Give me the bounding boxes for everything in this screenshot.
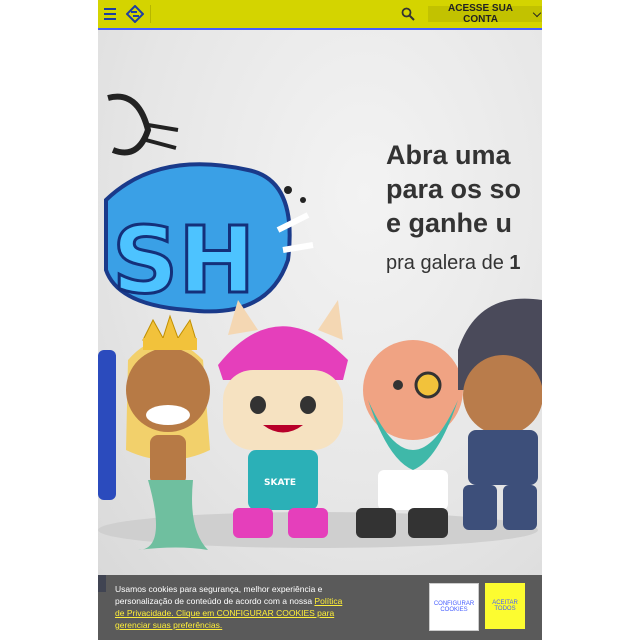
configure-cookies-button[interactable]: CONFIGURAR COOKIES: [429, 583, 479, 631]
green-beard-character: [356, 340, 463, 538]
subline-text: pra galera de: [386, 252, 510, 274]
jaguar-character: SKATE: [218, 300, 348, 538]
character-shirt-text: SKATE: [264, 478, 296, 488]
access-account-button[interactable]: ACESSE SUA CONTA: [428, 3, 542, 25]
bank-logo-icon[interactable]: [126, 5, 144, 23]
search-icon[interactable]: [401, 7, 415, 21]
accept-all-cookies-button[interactable]: ACEITAR TODOS: [485, 583, 525, 629]
top-header: ACESSE SUA CONTA: [98, 0, 542, 30]
mermaid-character: [126, 314, 210, 550]
headline-line: e ganhe u: [386, 208, 513, 238]
cookie-text: Usamos cookies para segurança, melhor ex…: [115, 584, 323, 606]
graffiti-lines: [145, 123, 179, 150]
graffiti-letters: SH: [112, 207, 255, 314]
graffiti-stroke: [107, 93, 152, 156]
hamburger-menu-icon[interactable]: [104, 8, 118, 20]
cookie-banner: Usamos cookies para segurança, melhor ex…: [98, 575, 542, 640]
headline-line: Abra uma: [386, 140, 511, 170]
chevron-down-icon: [532, 8, 542, 17]
header-divider: [150, 5, 151, 23]
cookie-message: Usamos cookies para segurança, melhor ex…: [115, 583, 350, 631]
dark-hair-character: [458, 298, 542, 530]
headline-line: para os so: [386, 174, 522, 204]
hero-illustration: SH SKATE: [98, 93, 542, 550]
hero-banner[interactable]: SH SKATE Abra uma para os so e ganhe u p…: [98, 30, 542, 575]
page-viewport: SH SKATE Abra uma para os so e ganhe u p…: [98, 0, 542, 640]
hero-subline: pra galera de 1: [386, 252, 521, 275]
subline-bold: 1: [509, 252, 521, 274]
hero-headline: Abra uma para os so e ganhe u: [386, 138, 521, 240]
access-account-label: ACESSE SUA CONTA: [448, 3, 514, 25]
partial-character-left: [98, 350, 116, 500]
